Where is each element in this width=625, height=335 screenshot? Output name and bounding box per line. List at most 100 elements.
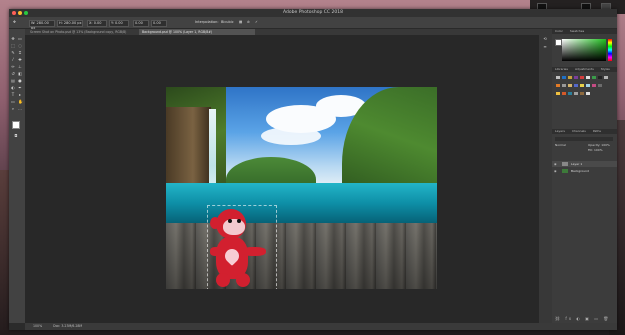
close-window-button[interactable] <box>12 11 16 15</box>
gradient-tool-icon[interactable]: ▤ <box>11 79 15 83</box>
style-swatch[interactable] <box>562 76 566 79</box>
width-field[interactable]: W: 280.00 px <box>29 20 55 30</box>
pen-tool-icon[interactable]: ✒ <box>18 86 22 90</box>
commit-icon[interactable]: ✓ <box>255 20 258 25</box>
skew-field[interactable]: 0.00 <box>151 20 167 27</box>
tab-color[interactable]: Color <box>555 29 563 33</box>
tab-paths[interactable]: Paths <box>593 129 601 133</box>
height-field[interactable]: H: 280.00 px <box>57 20 83 27</box>
style-swatch[interactable] <box>556 92 560 95</box>
style-swatch[interactable] <box>580 84 584 87</box>
tab-styles[interactable]: Styles <box>601 67 610 71</box>
style-swatch[interactable] <box>598 76 602 79</box>
dodge-tool-icon[interactable]: ◐ <box>11 86 15 90</box>
minimize-window-button[interactable] <box>18 11 22 15</box>
opacity-field[interactable]: Opacity: 100% <box>588 143 610 147</box>
history-brush-tool-icon[interactable]: ↺ <box>11 72 15 76</box>
layer-filter-bar[interactable] <box>555 137 613 141</box>
tab-channels[interactable]: Channels <box>572 129 586 133</box>
style-swatch[interactable] <box>598 84 602 87</box>
photoshop-window: Adobe Photoshop CC 2018 ✥ W: 280.00 px H… <box>9 9 617 330</box>
fill-field[interactable]: Fill: 100% <box>588 148 603 152</box>
type-tool-icon[interactable]: T <box>11 93 15 97</box>
style-swatch[interactable] <box>568 84 572 87</box>
brush-tool-icon[interactable]: ✏ <box>11 65 15 69</box>
style-swatch[interactable] <box>604 76 608 79</box>
interpolation-label: Interpolation: <box>195 20 219 24</box>
style-swatch[interactable] <box>574 76 578 79</box>
transform-bounding-box[interactable] <box>207 205 277 289</box>
style-swatch[interactable] <box>580 76 584 79</box>
style-swatch[interactable] <box>592 84 596 87</box>
healing-tool-icon[interactable]: ✚ <box>18 58 22 62</box>
tab-swatches[interactable]: Swatches <box>570 29 584 33</box>
zoom-level[interactable]: 100% <box>33 324 42 328</box>
style-swatch[interactable] <box>562 84 566 87</box>
quick-mask-icon[interactable]: ◘ <box>14 134 18 138</box>
style-swatch[interactable] <box>580 92 584 95</box>
tab-layers[interactable]: Layers <box>555 129 565 133</box>
x-field[interactable]: X: 0.00 <box>87 20 107 27</box>
crop-tool-icon[interactable]: ⌗ <box>18 51 22 55</box>
warp-icon[interactable]: ▦ <box>239 20 242 25</box>
panel-foreground-swatch[interactable] <box>555 39 562 46</box>
shape-tool-icon[interactable]: ▭ <box>11 100 15 104</box>
hue-slider[interactable] <box>608 39 612 61</box>
more-tools-icon[interactable]: … <box>18 107 22 111</box>
path-select-tool-icon[interactable]: ▸ <box>18 93 22 97</box>
tab-libraries[interactable]: Libraries <box>555 67 568 71</box>
right-panels: Color Swatches Libraries Adjustments Styles <box>552 29 617 323</box>
rotate-field[interactable]: 0.00 <box>133 20 149 27</box>
move-tool-icon[interactable]: ✥ <box>13 20 16 25</box>
color-picker-field[interactable] <box>562 39 606 61</box>
zoom-window-button[interactable] <box>24 11 28 15</box>
layers-panel-header: Layers Channels Paths <box>552 129 617 134</box>
interpolation-select[interactable]: Bicubic <box>221 20 234 25</box>
artboard-tool-icon[interactable]: ▭ <box>18 37 22 41</box>
style-swatch[interactable] <box>586 92 590 95</box>
layer-thumbnail <box>562 169 568 173</box>
y-field[interactable]: Y: 0.00 <box>109 20 129 27</box>
style-swatch[interactable] <box>574 84 578 87</box>
visibility-eye-icon[interactable]: ◉ <box>554 168 557 174</box>
layers-footer-icons[interactable]: ⛓ fx ◐ ▣ ▭ 🗑 <box>555 316 613 321</box>
history-panel-icon[interactable]: ⟲ <box>543 37 547 41</box>
tab-adjustments[interactable]: Adjustments <box>575 67 594 71</box>
style-swatch[interactable] <box>568 76 572 79</box>
layer-row[interactable]: ◉ Layer 1 <box>552 161 617 167</box>
layer-thumbnail <box>562 162 568 166</box>
blur-tool-icon[interactable]: ● <box>18 79 22 83</box>
layer-row[interactable]: ◉ Background <box>552 168 617 174</box>
blend-mode-select[interactable]: Normal <box>555 143 566 147</box>
style-swatch[interactable] <box>562 92 566 95</box>
window-titlebar: Adobe Photoshop CC 2018 <box>9 9 617 17</box>
document-canvas[interactable] <box>166 87 437 289</box>
marquee-tool-icon[interactable]: ⬚ <box>11 44 15 48</box>
status-bar: 100% Doc: 3.23M/6.28M <box>25 323 617 330</box>
move-tool-icon[interactable]: ✥ <box>11 37 15 41</box>
style-swatch[interactable] <box>556 76 560 79</box>
eyedropper-tool-icon[interactable]: ⁄ <box>11 58 15 62</box>
hand-tool-icon[interactable]: ✋ <box>18 100 23 104</box>
properties-panel-icon[interactable]: ≡ <box>543 45 547 49</box>
visibility-eye-icon[interactable]: ◉ <box>554 161 557 167</box>
libraries-panel-header: Libraries Adjustments Styles <box>552 67 617 72</box>
layer-name: Layer 1 <box>571 162 583 166</box>
style-swatch[interactable] <box>574 92 578 95</box>
eraser-tool-icon[interactable]: ◧ <box>18 72 22 76</box>
canvas-area[interactable] <box>25 35 539 323</box>
cancel-icon[interactable]: ⊘ <box>247 20 250 25</box>
stamp-tool-icon[interactable]: ⊥ <box>18 65 22 69</box>
style-swatch[interactable] <box>592 76 596 79</box>
style-swatch[interactable] <box>586 76 590 79</box>
style-swatch[interactable] <box>586 84 590 87</box>
foreground-color-swatch[interactable] <box>12 121 20 129</box>
quick-select-tool-icon[interactable]: ✎ <box>11 51 15 55</box>
tools-panel: ✥ ▭ ⬚ ◌ ✎ ⌗ ⁄ ✚ ✏ ⊥ ↺ ◧ ▤ ● ◐ ✒ T ▸ ▭ ✋ … <box>9 29 25 323</box>
document-info[interactable]: Doc: 3.23M/6.28M <box>53 324 82 328</box>
lasso-tool-icon[interactable]: ◌ <box>18 44 22 48</box>
zoom-tool-icon[interactable]: ⌕ <box>11 107 15 111</box>
options-bar: ✥ W: 280.00 px H: 280.00 px X: 0.00 Y: 0… <box>9 17 617 30</box>
style-swatch[interactable] <box>556 84 560 87</box>
style-swatch[interactable] <box>568 92 572 95</box>
